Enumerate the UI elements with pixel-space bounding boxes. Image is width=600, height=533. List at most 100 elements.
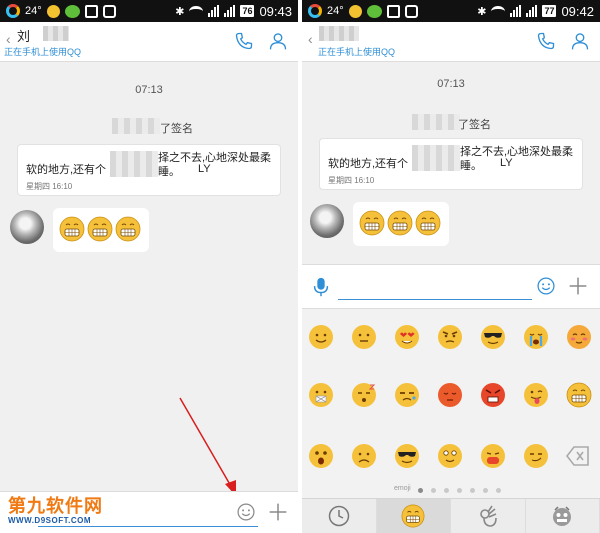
grin-emoji-icon — [415, 210, 441, 236]
emoji-page-label: emoji — [394, 485, 411, 492]
page-indicator-dot[interactable] — [444, 488, 449, 493]
avatar[interactable] — [10, 210, 44, 244]
page-indicator-dot[interactable] — [496, 488, 501, 493]
signature-sign: LY — [198, 163, 211, 175]
emoji-panel: emoji — [302, 308, 600, 498]
tongue-emoji-icon[interactable] — [523, 382, 549, 408]
clock-time: 09:43 — [259, 3, 292, 19]
surprised-emoji-icon[interactable] — [308, 443, 334, 469]
signal-icon — [510, 5, 522, 17]
temperature-text: 24° — [25, 5, 42, 17]
page-indicator-dot[interactable] — [457, 488, 462, 493]
contact-status: 正在手机上使用QQ — [4, 47, 82, 57]
battery-level: 76 — [240, 5, 255, 17]
avatar[interactable] — [310, 204, 344, 238]
clock-icon — [328, 505, 349, 527]
cool-emoji-icon[interactable] — [480, 324, 506, 350]
backspace-icon[interactable] — [566, 445, 590, 467]
blurred-text — [412, 145, 460, 171]
grin-emoji-icon — [387, 210, 413, 236]
blurred-name — [412, 114, 460, 130]
tearful-emoji-icon[interactable] — [394, 382, 420, 408]
signature-text: 软的地方,还有个 — [328, 158, 409, 170]
sad-emoji-icon[interactable] — [351, 443, 377, 469]
crying-emoji-icon[interactable] — [523, 324, 549, 350]
shush-emoji-icon[interactable] — [308, 382, 334, 408]
clock-time: 09:42 — [561, 3, 594, 19]
tab-gesture[interactable] — [451, 499, 526, 533]
furious-emoji-icon[interactable] — [480, 382, 506, 408]
chat-timestamp: 07:13 — [135, 84, 163, 96]
plus-icon[interactable] — [268, 502, 288, 522]
page-indicator-dot[interactable] — [418, 488, 423, 493]
app-notification-icon — [366, 4, 382, 18]
message-bubble[interactable] — [53, 208, 149, 252]
signal-icon — [526, 5, 538, 17]
face-icon — [102, 4, 116, 18]
battery-level: 77 — [542, 5, 557, 17]
chat-header: ‹ 刘 正在手机上使用QQ — [0, 22, 298, 62]
message-input[interactable] — [38, 526, 258, 527]
back-chevron-icon[interactable]: ‹ — [308, 32, 318, 46]
grin-emoji-icon — [115, 216, 141, 242]
signal-icon — [208, 5, 220, 17]
message-bubble[interactable] — [353, 202, 449, 246]
bluetooth-icon: ✱ — [175, 5, 185, 18]
blurred-name — [319, 26, 359, 41]
message-input[interactable] — [338, 299, 532, 300]
tab-classic-emoji[interactable] — [376, 499, 451, 533]
weather-sun-icon — [46, 4, 60, 18]
grimace-emoji-icon[interactable] — [351, 324, 377, 350]
tab-animated[interactable] — [526, 499, 600, 533]
heart-eyes-emoji-icon[interactable] — [394, 324, 420, 350]
grin-emoji-icon — [359, 210, 385, 236]
face-icon — [404, 4, 418, 18]
emoji-category-tabs — [302, 498, 600, 533]
plus-icon[interactable] — [568, 276, 588, 296]
wifi-icon — [491, 5, 506, 17]
sleepy-emoji-icon[interactable] — [351, 382, 377, 408]
phone-icon[interactable] — [536, 31, 556, 51]
profile-icon[interactable] — [570, 31, 590, 51]
cool-emoji-icon[interactable] — [394, 443, 420, 469]
status-bar: 24° ✱ 76 09:43 — [0, 0, 298, 22]
profile-icon[interactable] — [268, 31, 288, 51]
watermark-url: WWW.D9SOFT.COM — [8, 516, 91, 525]
smile-icon[interactable] — [536, 276, 556, 296]
bluetooth-icon: ✱ — [477, 5, 487, 18]
blurred-text — [110, 151, 158, 177]
grin-emoji-icon — [401, 504, 425, 528]
grin-emoji-icon[interactable] — [566, 382, 592, 408]
page-indicator-dot[interactable] — [431, 488, 436, 493]
back-chevron-icon[interactable]: ‹ — [6, 32, 16, 46]
vomit-emoji-icon[interactable] — [480, 443, 506, 469]
smile-emoji-icon[interactable] — [308, 324, 334, 350]
smirk-emoji-icon[interactable] — [523, 443, 549, 469]
signature-card[interactable]: 择之不去,心地深处最柔 软的地方,还有个 LY 星期四 16:10 睡。 — [17, 144, 281, 196]
signature-text: 软的地方,还有个 — [26, 164, 107, 176]
page-indicator-dot[interactable] — [483, 488, 488, 493]
signature-text: 睡。 — [158, 166, 180, 178]
signature-card[interactable]: 择之不去,心地深处最柔 软的地方,还有个 LY 星期四 16:10 睡。 — [319, 138, 583, 190]
chat-timestamp: 07:13 — [437, 78, 465, 90]
message-input-bar — [302, 264, 600, 308]
mic-icon[interactable] — [310, 275, 332, 299]
left-phone-chat-screen: 24° ✱ 76 09:43 ‹ 刘 正在手机上使用QQ 07:13 了签名 择… — [0, 0, 298, 533]
app-notification-icon — [308, 4, 322, 18]
temperature-text: 24° — [327, 5, 344, 17]
signature-notice: 了签名 — [160, 123, 193, 135]
angry-emoji-icon[interactable] — [437, 324, 463, 350]
phone-icon[interactable] — [234, 31, 254, 51]
signature-date: 星期四 16:10 — [328, 176, 375, 185]
silly-emoji-icon[interactable] — [437, 443, 463, 469]
shy-emoji-icon[interactable] — [566, 324, 592, 350]
signature-text: 睡。 — [460, 160, 482, 172]
smile-icon[interactable] — [236, 502, 256, 522]
watermark-text: 第九软件网 — [8, 496, 103, 516]
embarrassed-emoji-icon[interactable] — [437, 382, 463, 408]
tab-recent[interactable] — [302, 499, 377, 533]
screenshot-stage: 24° ✱ 76 09:43 ‹ 刘 正在手机上使用QQ 07:13 了签名 择… — [0, 0, 600, 533]
grin-emoji-icon — [87, 216, 113, 242]
page-indicator-dot[interactable] — [470, 488, 475, 493]
signature-notice: 了签名 — [458, 119, 491, 131]
